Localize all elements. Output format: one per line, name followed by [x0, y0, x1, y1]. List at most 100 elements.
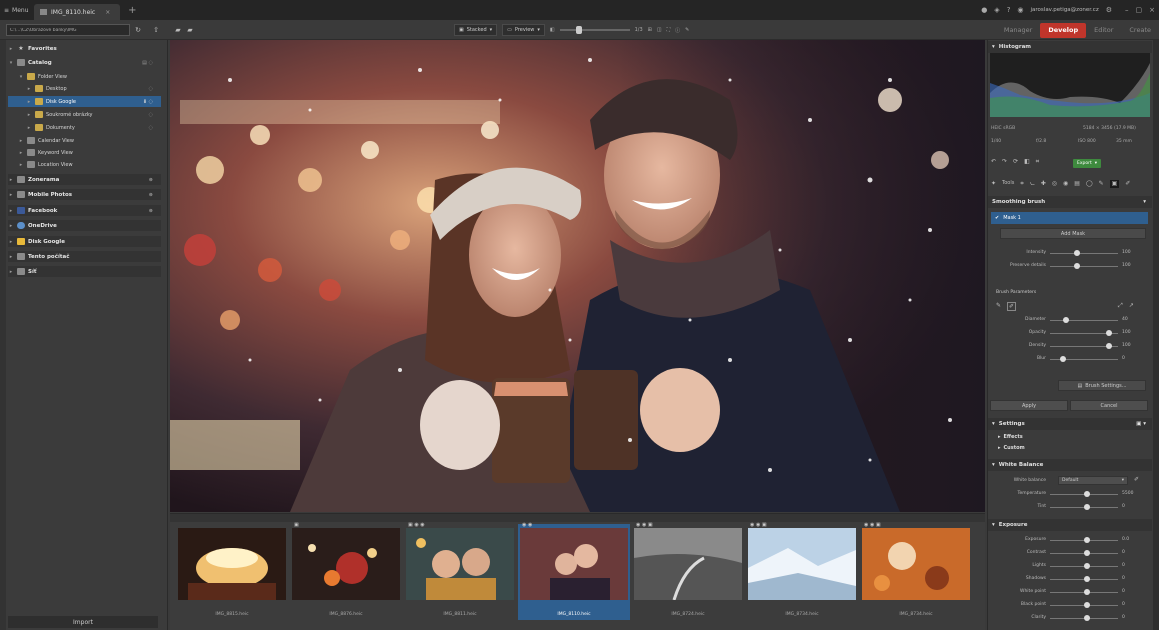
- nav-location-view[interactable]: ▸ Location View: [8, 159, 161, 170]
- slider-value[interactable]: 5500: [1122, 491, 1133, 496]
- crop-tool-icon[interactable]: ⌗: [1020, 180, 1023, 188]
- help-icon[interactable]: ?: [1007, 6, 1011, 14]
- open-folder-icon[interactable]: ▰: [172, 24, 184, 36]
- slider-track[interactable]: [1050, 253, 1118, 254]
- zoom-slider[interactable]: [559, 26, 630, 34]
- crop-icon[interactable]: ⌗: [1036, 158, 1039, 166]
- slider-knob[interactable]: [1084, 491, 1090, 497]
- recent-folders-icon[interactable]: ▰: [184, 24, 196, 36]
- folder-up-icon[interactable]: ⇧: [150, 24, 162, 36]
- radial-icon[interactable]: ◯: [1086, 180, 1093, 188]
- nav-catalog[interactable]: ▾ Catalog ▤ ◌: [8, 57, 161, 68]
- contrast-slider[interactable]: Contrast 0: [988, 548, 1152, 558]
- effects-header[interactable]: ▸ Effects: [988, 432, 1152, 441]
- opacity-slider[interactable]: Opacity 100: [988, 328, 1152, 338]
- filmstrip-thumb[interactable]: IMG_8815.heic: [176, 524, 288, 620]
- compare-icon[interactable]: ◧: [1024, 158, 1030, 166]
- settings-actions-icon[interactable]: ▣ ▾: [1136, 421, 1146, 427]
- menu-button[interactable]: ≡ Menu: [0, 0, 34, 20]
- add-mask-button[interactable]: Add Mask: [1000, 228, 1146, 239]
- brush-icon[interactable]: ✎: [1099, 180, 1104, 188]
- slider-knob[interactable]: [1106, 330, 1112, 336]
- slider-knob[interactable]: [1106, 343, 1112, 349]
- shadows-slider[interactable]: Shadows 0: [988, 574, 1152, 584]
- module-develop[interactable]: Develop: [1040, 22, 1087, 38]
- close-panel-icon[interactable]: ▾: [1143, 199, 1146, 205]
- main-photo[interactable]: [170, 40, 985, 512]
- document-tab[interactable]: IMG_8110.heic ×: [34, 4, 121, 20]
- grid-icon[interactable]: ⊞: [648, 27, 652, 33]
- refresh-icon[interactable]: ↻: [132, 24, 144, 36]
- white-balance-header[interactable]: ▾ White Balance: [988, 459, 1152, 471]
- slider-knob[interactable]: [1084, 550, 1090, 556]
- maximize-icon[interactable]: ▢: [1136, 6, 1143, 14]
- redo-icon[interactable]: ↷: [1002, 158, 1007, 166]
- checkmark-icon[interactable]: ✔: [995, 215, 999, 221]
- density-slider[interactable]: Density 100: [988, 341, 1152, 351]
- slider-knob[interactable]: [1084, 504, 1090, 510]
- module-editor[interactable]: Editor: [1086, 23, 1121, 38]
- smoothing-brush-header[interactable]: Smoothing brush ▾: [988, 196, 1152, 208]
- temperature-slider[interactable]: Temperature 5500: [988, 489, 1152, 499]
- redeye-icon[interactable]: ◉: [1063, 180, 1068, 188]
- nav-onedrive[interactable]: ▸ OneDrive: [8, 220, 161, 231]
- straighten-icon[interactable]: ⦦: [1030, 180, 1035, 188]
- slider-knob[interactable]: [1084, 537, 1090, 543]
- left-panel-toggle[interactable]: [0, 40, 6, 630]
- white-point-slider[interactable]: White point 0: [988, 587, 1152, 597]
- add-icon[interactable]: ⊕: [149, 208, 153, 214]
- add-icon[interactable]: ⊕: [149, 177, 153, 183]
- filmstrip-thumb[interactable]: ◉ ◉ ▣ IMG_8724.heic: [632, 522, 744, 620]
- nav-mobile-photos[interactable]: ▸ Mobile Photos ⊕: [8, 189, 161, 200]
- mask-item-selected[interactable]: ✔ Mask 1: [991, 212, 1148, 224]
- smoothing-brush-icon[interactable]: ▣: [1109, 180, 1120, 188]
- pick-color-icon[interactable]: ✎: [685, 27, 689, 33]
- gradient-icon[interactable]: ▤: [1074, 180, 1080, 188]
- slider-knob[interactable]: [1060, 356, 1066, 362]
- wb-mode-dropdown[interactable]: Default ▾: [1058, 476, 1128, 485]
- user-icon[interactable]: ◉: [1017, 6, 1023, 14]
- filmstrip-handle[interactable]: [170, 514, 985, 522]
- compare-icon[interactable]: ◧: [550, 27, 555, 33]
- filmstrip-thumb[interactable]: ▣ IMG_8876.heic: [290, 522, 402, 620]
- filmstrip-thumb[interactable]: ▣ ◉ ◉ IMG_8811.heic: [404, 522, 516, 620]
- new-tab-button[interactable]: +: [125, 3, 139, 17]
- nav-folder-view[interactable]: ▾ Folder View: [8, 71, 161, 82]
- brush-settings-button[interactable]: ▤ Brush Settings...: [1058, 380, 1146, 391]
- import-button[interactable]: Import: [8, 616, 158, 628]
- slider-value[interactable]: 0: [1122, 615, 1125, 620]
- clone-icon[interactable]: ◎: [1052, 180, 1057, 188]
- account-name[interactable]: jaroslav.petiga@zoner.cz: [1031, 7, 1099, 13]
- rotate-icon[interactable]: ⟳: [1013, 158, 1018, 166]
- nav-private-images[interactable]: ▸ Soukromé obrázky ◌: [8, 109, 161, 120]
- settings-header[interactable]: ▾ Settings ▣ ▾: [988, 418, 1152, 430]
- nav-zonerama[interactable]: ▸ Zonerama ⊕: [8, 174, 161, 185]
- heal-icon[interactable]: ✚: [1041, 180, 1046, 188]
- catalog-actions-icon[interactable]: ▤ ◌: [142, 60, 153, 66]
- intensity-slider[interactable]: Intensity 100: [988, 248, 1152, 258]
- info-icon[interactable]: ⓘ: [675, 27, 680, 34]
- slider-value[interactable]: 0.0: [1122, 537, 1129, 542]
- nav-desktop[interactable]: ▸ Desktop ◌: [8, 83, 161, 94]
- brush-size-icon[interactable]: ⤢: [1118, 302, 1123, 310]
- eyedropper-icon[interactable]: ✐: [1134, 476, 1139, 483]
- slider-knob[interactable]: [1084, 563, 1090, 569]
- lights-slider[interactable]: Lights 0: [988, 561, 1152, 571]
- custom-header[interactable]: ▸ Custom: [988, 443, 1152, 452]
- slider-track[interactable]: [1050, 320, 1118, 321]
- notification-icon[interactable]: ●: [981, 6, 987, 14]
- undo-icon[interactable]: ↶: [991, 158, 996, 166]
- nav-facebook[interactable]: ▸ Facebook ⊕: [8, 205, 161, 216]
- add-icon[interactable]: ⊕: [149, 192, 153, 198]
- cart-icon[interactable]: ◈: [994, 6, 999, 14]
- slider-value[interactable]: 0: [1122, 589, 1125, 594]
- filmstrip-thumb[interactable]: ◉ ◉ ▣ IMG_8734.heic: [746, 522, 858, 620]
- settings-icon[interactable]: ⚙: [1106, 6, 1112, 14]
- nav-favorites[interactable]: ▸ ★ Favorites: [8, 43, 161, 54]
- apply-button[interactable]: Apply: [990, 400, 1068, 411]
- preserve-details-slider[interactable]: Preserve details 100: [988, 261, 1152, 271]
- slider-knob[interactable]: [1084, 589, 1090, 595]
- slider-value[interactable]: 40: [1122, 317, 1128, 322]
- slider-value[interactable]: 0: [1122, 504, 1125, 509]
- minimize-icon[interactable]: –: [1125, 6, 1129, 14]
